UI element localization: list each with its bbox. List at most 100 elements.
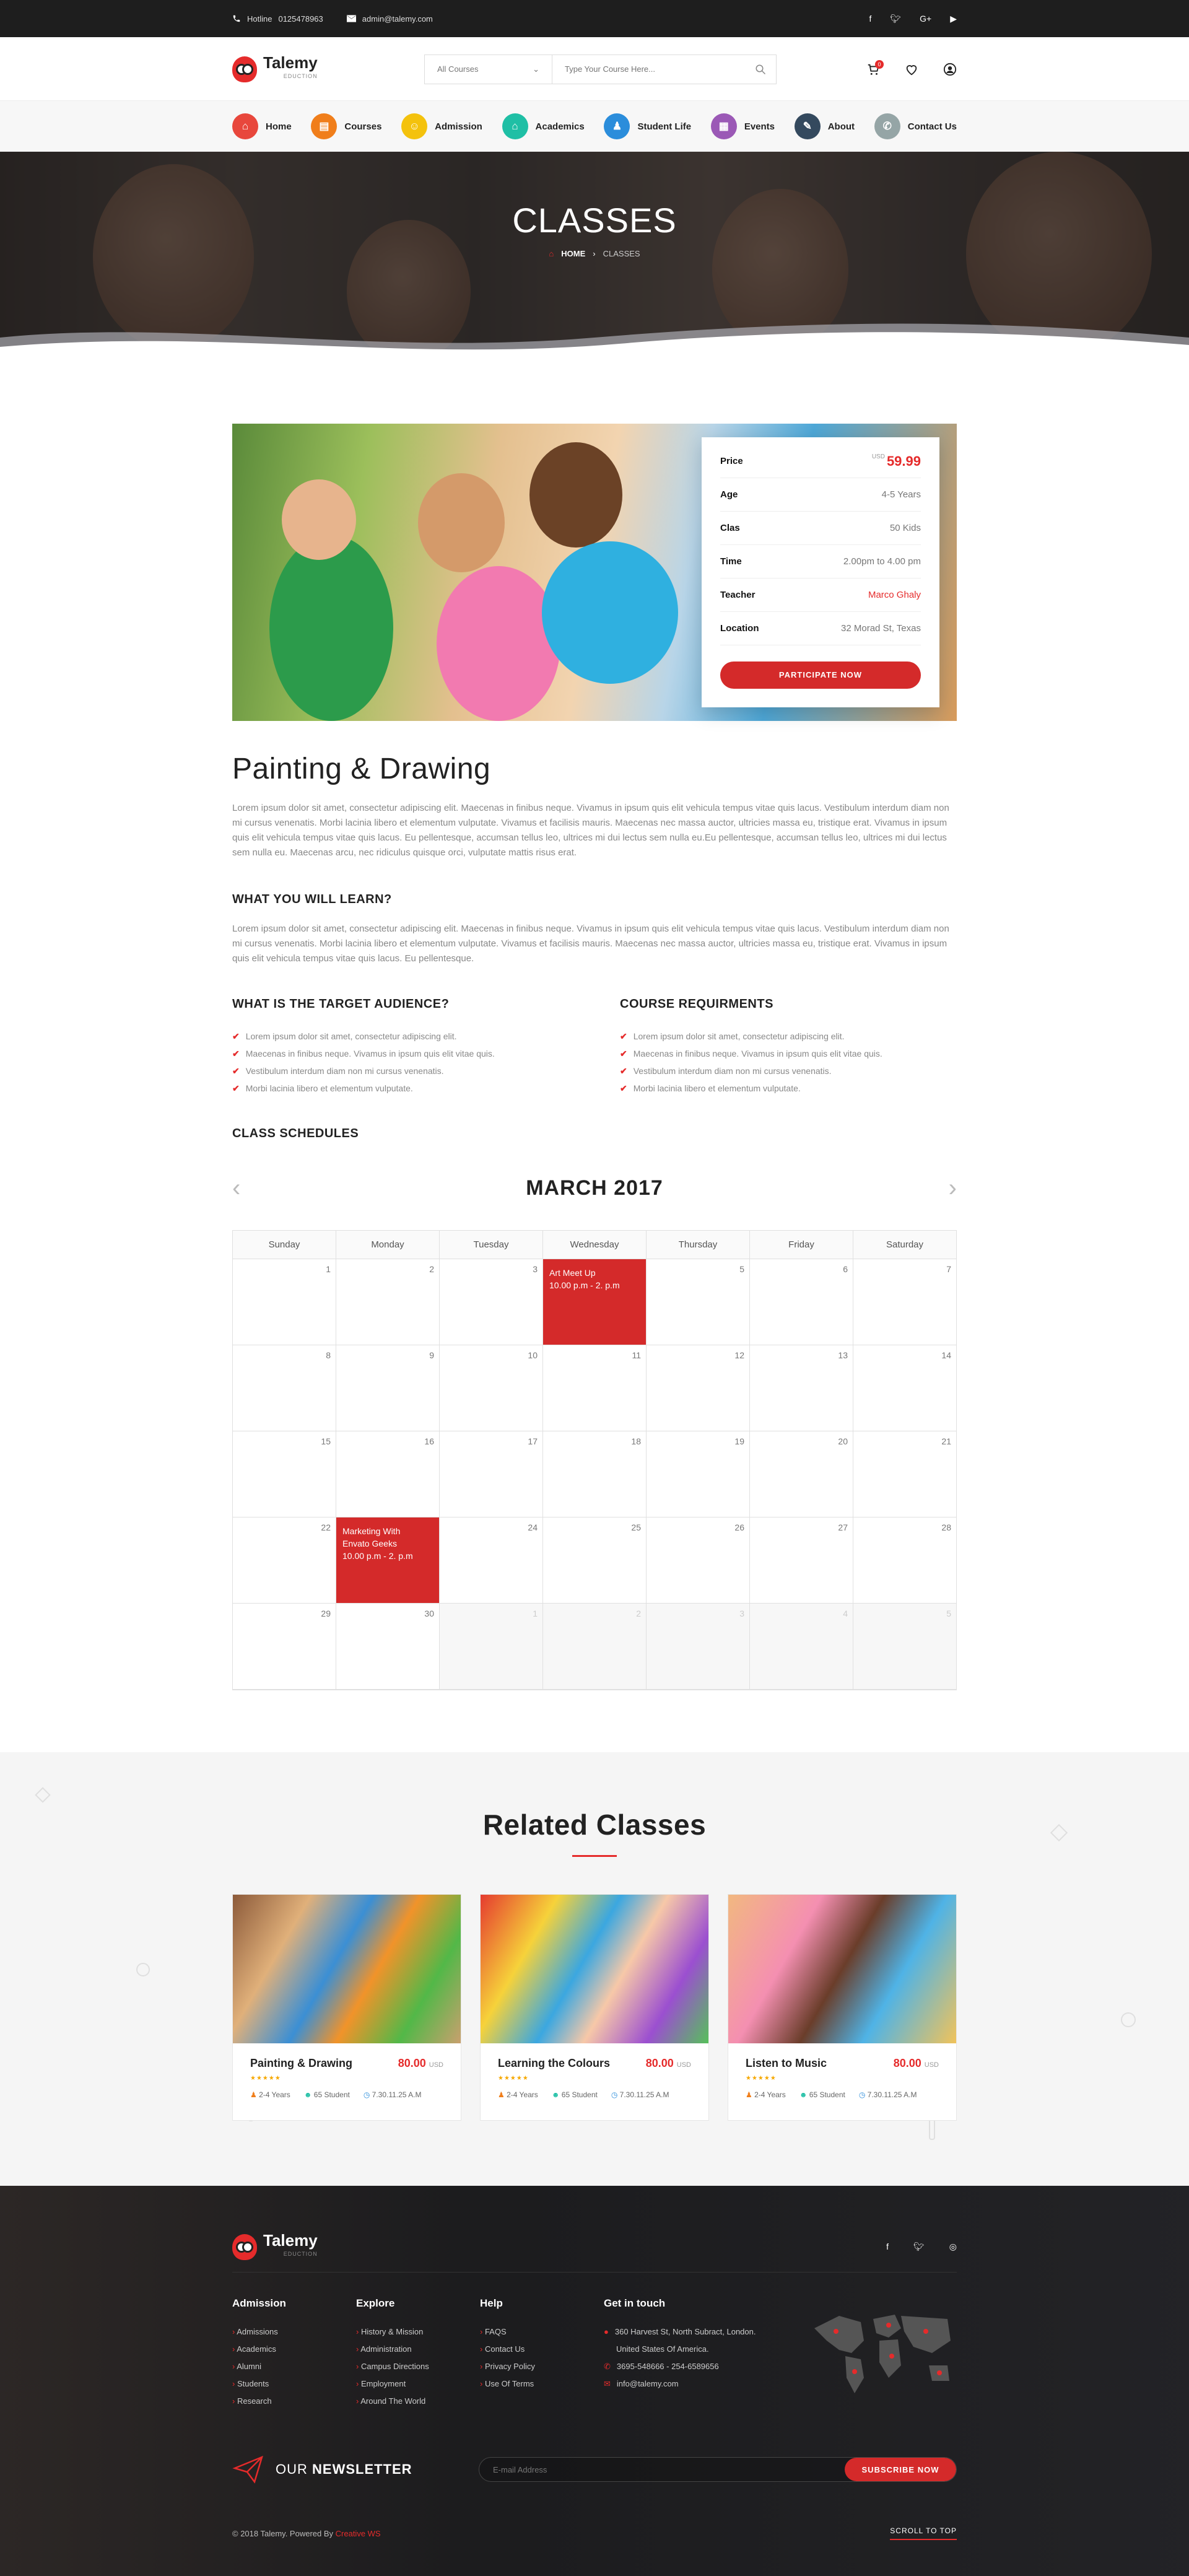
check-icon: ✔	[232, 1049, 240, 1059]
class-intro: Lorem ipsum dolor sit amet, consectetur …	[232, 803, 949, 858]
logo[interactable]: Talemy EDUCTION	[232, 55, 418, 83]
youtube-icon[interactable]: ▶	[950, 14, 957, 24]
class-time: ◷ 7.30.11.25 A.M	[611, 2090, 669, 2099]
footer-link[interactable]: Alumni	[232, 2358, 356, 2375]
footer-link[interactable]: Use Of Terms	[480, 2375, 604, 2393]
footer-link[interactable]: Contact Us	[480, 2341, 604, 2358]
chevron-right-icon[interactable]: ›	[938, 1174, 957, 1202]
related-class-card[interactable]: Listen to Music 80.00 USD ★★★★★ ♟ 2-4 Years…	[728, 1894, 957, 2121]
audience-section: WHAT IS THE TARGET AUDIENCE? ✔ Lorem ipsu…	[232, 997, 569, 1097]
scroll-to-top-button[interactable]: SCROLL TO TOP	[890, 2526, 957, 2540]
footer-link[interactable]: History & Mission	[356, 2323, 480, 2341]
nav-item-academics[interactable]: ⌂ Academics	[502, 113, 585, 139]
check-icon: ✔	[620, 1083, 627, 1093]
related-class-card[interactable]: Painting & Drawing 80.00 USD ★★★★★ ♟ 2-4 Ye…	[232, 1894, 461, 2121]
chevron-left-icon[interactable]: ‹	[232, 1174, 251, 1202]
footer-link[interactable]: Privacy Policy	[480, 2358, 604, 2375]
calendar-event[interactable]: Marketing With Envato Geeks 10.00 p.m - 2.…	[336, 1517, 440, 1604]
cart-button[interactable]: 0	[866, 59, 884, 76]
newsletter-prefix: OUR	[276, 2461, 308, 2477]
footer-link[interactable]: Campus Directions	[356, 2358, 480, 2375]
age-icon: ♟	[498, 2090, 507, 2099]
main-nav: ⌂ Home ▤ Courses ☺ Admission ⌂ Academics ♟ Studen…	[0, 101, 1189, 152]
list-item: ✔ Lorem ipsum dolor sit amet, consectetur…	[620, 1028, 957, 1045]
footer-link[interactable]: Administration	[356, 2341, 480, 2358]
nav-item-contact-us[interactable]: ✆ Contact Us	[874, 113, 957, 139]
students-icon: ☻	[799, 2090, 809, 2099]
day-number: 7	[946, 1264, 951, 1274]
home-icon: ⌂	[232, 113, 258, 139]
account-button[interactable]	[943, 63, 957, 76]
info-value: 4-5 Years	[881, 489, 921, 500]
facebook-icon[interactable]: f	[886, 2242, 889, 2252]
calendar-day: 10	[440, 1345, 543, 1431]
class-price: 80.00 USD	[398, 2057, 443, 2069]
nav-item-admission[interactable]: ☺ Admission	[401, 113, 482, 139]
info-row-age: Age 4-5 Years	[720, 478, 921, 512]
nav-item-courses[interactable]: ▤ Courses	[311, 113, 381, 139]
class-time: ◷ 7.30.11.25 A.M	[363, 2090, 422, 2099]
calendar-day: 18	[543, 1431, 647, 1517]
footer-logo[interactable]: Talemy EDUCTION	[232, 2232, 418, 2261]
clock-icon: ◷	[858, 2090, 868, 2099]
breadcrumb-home[interactable]: HOME	[561, 249, 585, 258]
day-number: 26	[734, 1522, 744, 1532]
footer-link[interactable]: Admissions	[232, 2323, 356, 2341]
class-name[interactable]: Learning the Colours	[498, 2057, 610, 2070]
calendar-day: 5	[647, 1259, 750, 1345]
info-row-teacher: Teacher Marco Ghaly	[720, 579, 921, 612]
search-input[interactable]	[552, 55, 745, 84]
day-number: 12	[734, 1350, 744, 1360]
wave-divider	[0, 323, 1189, 356]
powered-by-link[interactable]: Creative WS	[336, 2529, 381, 2538]
footer: Talemy EDUCTION f 🐦︎ ◎ Admission Admissi…	[0, 2186, 1189, 2576]
related-classes: Related Classes Painting & Drawing 80.00 …	[0, 1752, 1189, 2186]
info-value[interactable]: Marco Ghaly	[868, 590, 921, 600]
calendar-day: 22	[233, 1517, 336, 1604]
google-plus-icon[interactable]: G+	[920, 14, 931, 24]
related-class-card[interactable]: Learning the Colours 80.00 USD ★★★★★ ♟ 2-4 …	[480, 1894, 709, 2121]
day-number: 13	[838, 1350, 848, 1360]
nav-item-events[interactable]: ▦ Events	[710, 113, 775, 139]
participate-button[interactable]: PARTICIPATE NOW	[720, 661, 921, 689]
nav-item-home[interactable]: ⌂ Home	[232, 113, 292, 139]
check-icon: ✔	[620, 1031, 627, 1041]
day-number: 3	[533, 1264, 538, 1274]
info-row-price: Price USD 59.99	[720, 445, 921, 478]
nav-item-about[interactable]: ✎ About	[794, 113, 855, 139]
hotline[interactable]: Hotline 0125478963	[232, 14, 323, 24]
class-name[interactable]: Painting & Drawing	[250, 2057, 352, 2070]
class-thumbnail[interactable]	[233, 1895, 461, 2043]
facebook-icon[interactable]: f	[869, 14, 871, 24]
footer-link[interactable]: FAQS	[480, 2323, 604, 2341]
footer-link[interactable]: Research	[232, 2393, 356, 2410]
class-thumbnail[interactable]	[728, 1895, 956, 2043]
footer-link[interactable]: Academics	[232, 2341, 356, 2358]
students-icon: ☻	[551, 2090, 562, 2099]
day-number: 18	[631, 1436, 641, 1446]
newsletter-email-input[interactable]	[479, 2458, 845, 2481]
wishlist-button[interactable]	[905, 63, 918, 76]
twitter-icon[interactable]: 🐦︎	[890, 14, 901, 24]
class-thumbnail[interactable]	[481, 1895, 708, 2043]
nav-label: Academics	[535, 121, 585, 132]
subscribe-button[interactable]: SUBSCRIBE NOW	[845, 2458, 956, 2481]
rating-stars-icon: ★★★★★	[498, 2075, 529, 2082]
search-button[interactable]	[745, 55, 776, 84]
email-contact[interactable]: admin@talemy.com	[346, 14, 433, 24]
nav-item-student-life[interactable]: ♟ Student Life	[604, 113, 691, 139]
instagram-icon[interactable]: ◎	[949, 2242, 957, 2252]
footer-link[interactable]: Students	[232, 2375, 356, 2393]
category-select[interactable]: All Courses ⌄	[425, 55, 552, 84]
calendar-day: 30	[336, 1604, 440, 1690]
rating-stars-icon: ★★★★★	[746, 2075, 777, 2082]
footer-link[interactable]: Employment	[356, 2375, 480, 2393]
calendar-day: 25	[543, 1517, 647, 1604]
calendar-event[interactable]: Art Meet Up 10.00 p.m - 2. p.m	[543, 1259, 647, 1345]
owl-logo-icon	[232, 2233, 257, 2260]
phone-icon	[233, 15, 240, 22]
breadcrumb: ⌂ HOME › CLASSES	[0, 249, 1189, 258]
twitter-icon[interactable]: 🐦︎	[913, 2242, 925, 2252]
footer-link[interactable]: Around The World	[356, 2393, 480, 2410]
class-name[interactable]: Listen to Music	[746, 2057, 827, 2070]
